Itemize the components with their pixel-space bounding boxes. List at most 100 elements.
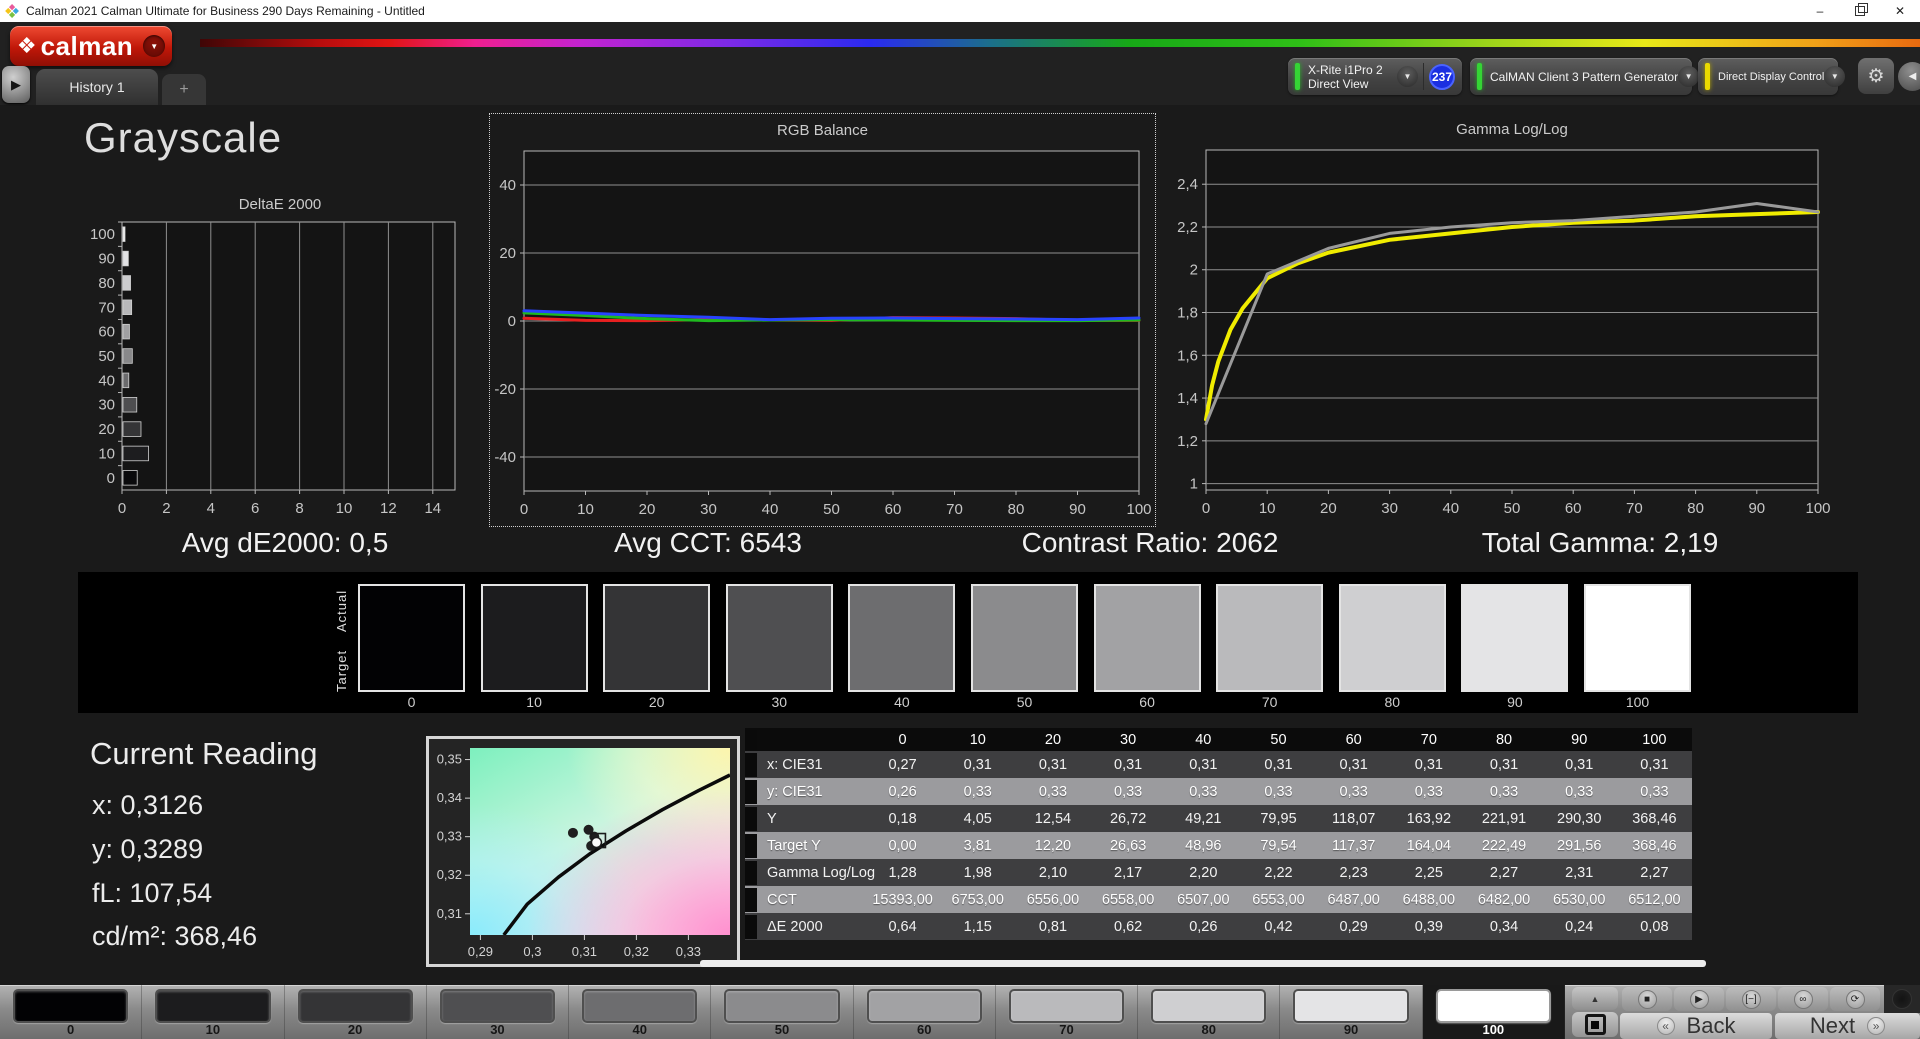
- pattern-patch-button-80[interactable]: 80: [1138, 985, 1281, 1039]
- spectrum-strip: [200, 39, 1920, 47]
- chevron-down-icon: ▼: [143, 35, 166, 57]
- svg-text:0,29: 0,29: [468, 944, 493, 959]
- table-value: 0,31: [1640, 756, 1669, 773]
- restore-icon: [1855, 3, 1868, 16]
- table-value: 290,30: [1557, 810, 1602, 827]
- calman-menu-button[interactable]: ❖ calman ▼: [10, 26, 172, 66]
- swatch-label: 90: [1507, 694, 1523, 710]
- meter-dropdown[interactable]: X-Rite i1Pro 2 Direct View ▼ 237: [1288, 58, 1462, 95]
- back-label: Back: [1686, 1013, 1736, 1038]
- table-value: 0,31: [1114, 756, 1143, 773]
- table-value: 0,33: [1189, 783, 1218, 800]
- column-header: 20: [1044, 731, 1062, 748]
- table-value: 0,81: [1038, 918, 1068, 935]
- grayscale-swatch-70: [1216, 584, 1324, 692]
- refresh-icon: ⟳: [1850, 993, 1860, 1005]
- restore-button[interactable]: [1840, 0, 1880, 22]
- meter-name: X-Rite i1Pro 2: [1308, 62, 1383, 77]
- pattern-patch-button-60[interactable]: 60: [854, 985, 996, 1039]
- infinity-icon: ∞: [1799, 993, 1807, 1005]
- reading-fl: fL: 107,54: [92, 878, 213, 908]
- svg-text:0: 0: [1202, 500, 1210, 517]
- deltae-chart[interactable]: DeltaE 2000 0 2 4 6 8 10 12 14 100 90 80 70 60 50 40 30…: [80, 196, 480, 528]
- table-value: 0,31: [1489, 756, 1519, 773]
- column-header: 70: [1420, 731, 1437, 748]
- swatch-label: 80: [1384, 694, 1401, 710]
- pattern-patch-button-50[interactable]: 50: [711, 985, 854, 1039]
- svg-text:0: 0: [508, 313, 516, 330]
- meter-count-badge[interactable]: 237: [1429, 63, 1455, 90]
- back-button[interactable]: « Back: [1620, 1013, 1772, 1039]
- pattern-patch-button-100[interactable]: 100: [1422, 985, 1565, 1039]
- cie-chart[interactable]: 0,29 0,3 0,31 0,32 0,33 0,35 0,34 0,33 0,32 0,31: [426, 736, 740, 967]
- swatch-label: 50: [1016, 694, 1033, 710]
- minimize-button[interactable]: –: [1800, 0, 1840, 22]
- row-label: y: CIE31: [767, 783, 823, 800]
- pattern-patch-button-20[interactable]: 20: [285, 985, 427, 1039]
- row-label: ΔE 2000: [767, 918, 823, 935]
- table-value: 0,33: [1264, 783, 1293, 800]
- table-row: Target Y 0,00 3,81 12,20 26,63 48,96 79,54 117,…: [745, 832, 1692, 859]
- svg-text:40: 40: [1442, 500, 1459, 517]
- pattern-patch-button-40[interactable]: 40: [569, 985, 712, 1039]
- table-value: 0,31: [963, 756, 992, 773]
- swatch-label: 70: [1261, 694, 1278, 710]
- refresh-button[interactable]: ⟳: [1830, 987, 1880, 1011]
- pattern-patch-button-30[interactable]: 30: [427, 985, 570, 1039]
- tab-history-1[interactable]: History 1: [36, 69, 158, 105]
- svg-text:0,31: 0,31: [437, 906, 462, 921]
- patch-swatch: [1151, 989, 1267, 1023]
- pattern-patch-button-10[interactable]: 10: [142, 985, 285, 1039]
- display-control-label: Direct Display Control: [1718, 70, 1825, 83]
- pattern-generator-dropdown[interactable]: CalMAN Client 3 Pattern Generator ▼: [1470, 58, 1700, 95]
- new-tab-button[interactable]: +: [162, 74, 206, 105]
- grayscale-swatch-60: [1093, 584, 1201, 692]
- svg-text:90: 90: [1069, 501, 1086, 518]
- table-value: 15393,00: [872, 891, 933, 908]
- svg-text:0,35: 0,35: [437, 752, 462, 767]
- svg-text:0,3: 0,3: [523, 944, 541, 959]
- pattern-patch-button-70[interactable]: 70: [996, 985, 1139, 1039]
- play-button[interactable]: ▶: [1674, 987, 1724, 1011]
- pattern-patch-button-90[interactable]: 90: [1280, 985, 1423, 1039]
- svg-text:0,31: 0,31: [572, 944, 597, 959]
- svg-text:50: 50: [98, 348, 115, 365]
- grayscale-swatch-0: [358, 584, 465, 692]
- close-button[interactable]: ✕: [1880, 0, 1920, 22]
- column-header: 0: [898, 731, 907, 748]
- stat-avg-cct: Avg CCT: 6543: [614, 527, 802, 558]
- table-value: 0,62: [1114, 918, 1143, 935]
- svg-text:80: 80: [1687, 500, 1704, 517]
- horizontal-scrollbar[interactable]: [700, 960, 1706, 967]
- pattern-size-button[interactable]: [−]: [1726, 987, 1776, 1011]
- column-header: 90: [1571, 731, 1588, 748]
- svg-text:40: 40: [762, 501, 779, 518]
- table-value: 0,24: [1565, 918, 1594, 935]
- pattern-generator-label: CalMAN Client 3 Pattern Generator: [1490, 69, 1679, 84]
- history-panel-toggle-button[interactable]: ▶: [2, 66, 30, 103]
- pattern-window-button[interactable]: [1572, 1012, 1618, 1037]
- next-label: Next: [1809, 1013, 1856, 1038]
- stop-button[interactable]: ■: [1622, 987, 1672, 1011]
- patch-label: 0: [67, 1022, 75, 1037]
- next-button[interactable]: Next »: [1775, 1013, 1920, 1039]
- settings-button[interactable]: ⚙: [1858, 58, 1894, 94]
- pattern-patch-button-0[interactable]: 0: [0, 985, 143, 1039]
- svg-text:80: 80: [1008, 501, 1025, 518]
- table-value: 2,22: [1264, 864, 1293, 881]
- table-value: 6556,00: [1026, 891, 1080, 908]
- gamma-chart[interactable]: 2,4 2,2 2 1,8 1,6 1,4 1,2 1 0 10 20 30 40 50 60 70 80 90 1…: [1160, 113, 1830, 527]
- table-value: 26,63: [1109, 837, 1147, 854]
- continuous-read-button[interactable]: ∞: [1778, 987, 1828, 1011]
- table-value: 0,33: [1339, 783, 1368, 800]
- rgb-balance-chart[interactable]: 40 20 0 -20 -40 0 10 20 30 40 50 60 70 80 90 100 RGB Ba…: [489, 113, 1156, 527]
- pattern-up-button[interactable]: ▲: [1572, 987, 1618, 1010]
- table-value: 0,26: [888, 783, 917, 800]
- svg-text:70: 70: [1626, 500, 1643, 517]
- svg-text:8: 8: [295, 500, 303, 517]
- table-value: 79,54: [1260, 837, 1297, 854]
- swatch-label: 0: [407, 694, 416, 710]
- collapse-panel-button[interactable]: ◀: [1898, 62, 1920, 91]
- table-value: 118,07: [1332, 810, 1376, 827]
- display-control-dropdown[interactable]: Direct Display Control ▼: [1698, 58, 1846, 95]
